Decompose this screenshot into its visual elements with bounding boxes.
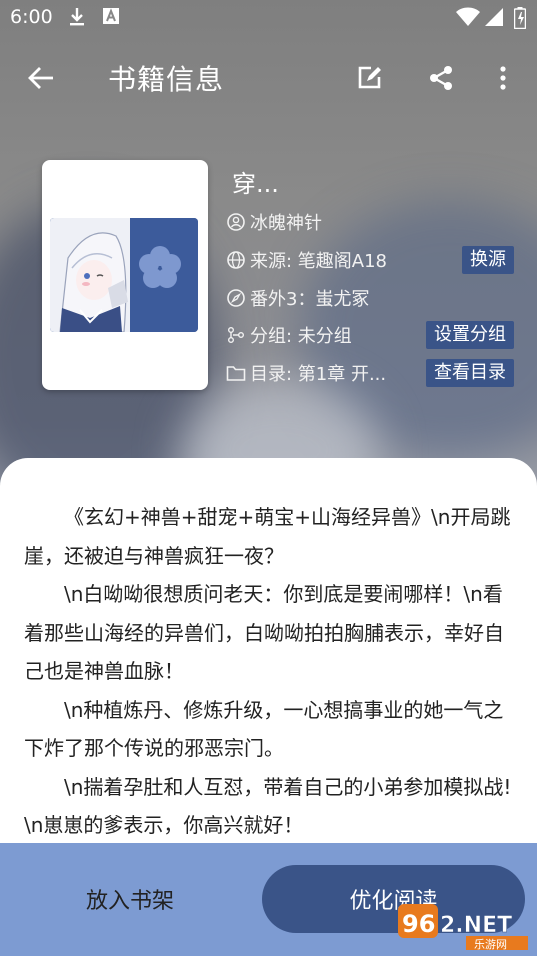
description-paragraph: \n揣着孕肚和人互怼，带着自己的小弟参加模拟战!\n崽崽的爹表示，你高兴就好！ — [24, 774, 512, 838]
wifi-icon — [456, 7, 480, 32]
status-time: 6:00 — [10, 6, 53, 28]
toc-row: 目录: 第1章 开... 查看目录 — [226, 358, 526, 388]
edit-icon[interactable] — [352, 61, 386, 95]
book-info-section: 穿... 冰魄神针 来源: 笔趣阁A18 换源 番外3：蚩尤冢 分组: 未分组 … — [0, 150, 537, 410]
svg-text:96: 96 — [402, 910, 435, 938]
more-vert-icon[interactable] — [486, 61, 520, 95]
book-cover[interactable] — [42, 160, 208, 390]
page-title: 书籍信息 — [108, 63, 225, 96]
description-paragraph: 《玄幻+神兽+甜宠+萌宝+山海经异兽》\n开局跳崖，还被迫与神兽疯狂一夜？ — [24, 505, 511, 568]
battery-icon — [513, 7, 527, 34]
source-text: 来源: 笔趣阁A18 — [250, 251, 388, 272]
app-bar: 书籍信息 — [0, 45, 537, 111]
a-icon — [102, 7, 120, 30]
back-arrow-icon[interactable] — [24, 61, 58, 95]
description-paragraph: \n种植炼丹、修炼升级，一心想搞事业的她一气之下炸了那个传说的邪恶宗门。 — [24, 697, 504, 761]
book-description: 《玄幻+神兽+甜宠+萌宝+山海经异兽》\n开局跳崖，还被迫与神兽疯狂一夜？ \n… — [24, 498, 514, 845]
author-name: 冰魄神针 — [250, 213, 322, 234]
view-toc-button[interactable]: 查看目录 — [426, 359, 514, 387]
source-row: 来源: 笔趣阁A18 换源 — [226, 245, 526, 275]
author-row: 冰魄神针 — [226, 207, 526, 237]
folder-icon — [226, 363, 246, 383]
toc-text: 目录: 第1章 开... — [250, 364, 387, 385]
share-icon[interactable] — [424, 61, 458, 95]
group-icon — [226, 325, 246, 345]
add-to-shelf-button[interactable]: 放入书架 — [30, 865, 230, 933]
cover-illustration — [50, 218, 198, 332]
group-row: 分组: 未分组 设置分组 — [226, 320, 526, 350]
change-source-button[interactable]: 换源 — [462, 246, 514, 274]
download-icon — [68, 7, 86, 32]
description-paragraph: \n白呦呦很想质问老天：你到底是要闹哪样！\n看着那些山海经的异兽们，白呦呦拍拍… — [24, 582, 504, 683]
svg-text:乐游网: 乐游网 — [474, 938, 507, 951]
signal-icon — [484, 7, 504, 32]
watermark-logo: 96 2.NET 乐游网 — [396, 900, 532, 952]
svg-text:2.NET: 2.NET — [440, 913, 512, 938]
set-group-button[interactable]: 设置分组 — [426, 321, 514, 349]
person-icon — [226, 212, 246, 232]
latest-chapter-text: 番外3：蚩尤冢 — [250, 289, 370, 310]
latest-chapter-row: 番外3：蚩尤冢 — [226, 283, 526, 313]
group-text: 分组: 未分组 — [250, 326, 352, 347]
compass-icon — [226, 288, 246, 308]
status-bar: 6:00 — [0, 0, 537, 36]
globe-icon — [226, 250, 246, 270]
book-title: 穿... — [232, 170, 279, 198]
